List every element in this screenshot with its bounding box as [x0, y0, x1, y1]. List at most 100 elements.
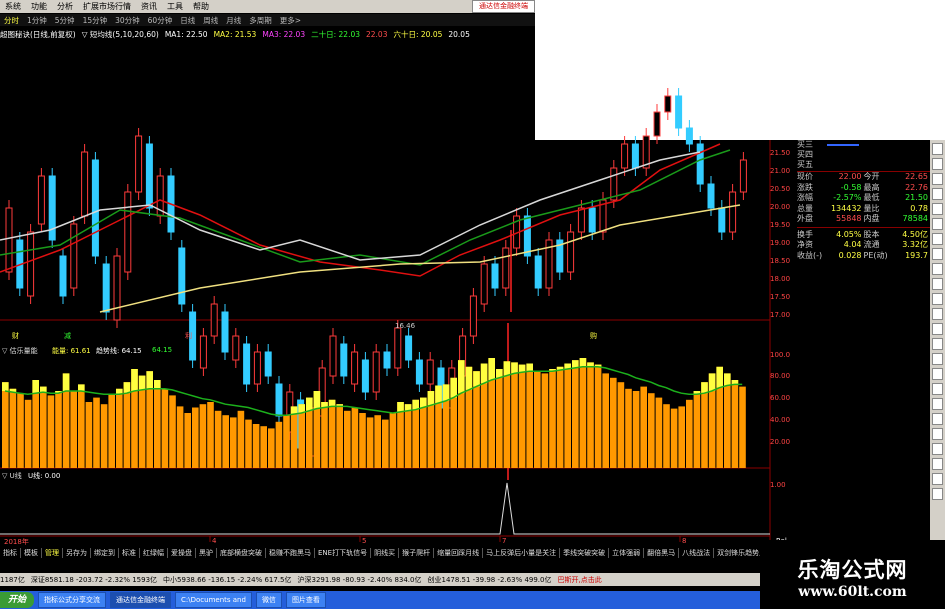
energy-bar [686, 399, 693, 468]
taskbar-item[interactable]: C:\Documents and [175, 592, 252, 608]
tool-icon[interactable] [932, 293, 943, 305]
indicator-tab[interactable]: 爱操盘 [168, 547, 196, 558]
indicator-tab[interactable]: ENE打下轨信号 [315, 547, 372, 558]
tool-icon[interactable] [932, 323, 943, 335]
ticker-item[interactable]: 中小5938.66 -136.15 -2.24% 617.5亿 [163, 575, 291, 585]
menu-system[interactable]: 系统 [0, 1, 26, 12]
candle-body [588, 207, 596, 233]
taskbar-item[interactable]: 图片查看 [285, 592, 326, 608]
energy-bar [9, 388, 17, 468]
menu-analysis[interactable]: 分析 [52, 1, 78, 12]
ticker-item[interactable]: 创业1478.51 -39.98 -2.63% 499.0亿 [428, 575, 552, 585]
energy-bar [47, 395, 55, 468]
indicator-tab[interactable]: 马上反弹后小量是关注 [483, 547, 561, 558]
tab-15min[interactable]: 15分钟 [79, 15, 112, 26]
indicator-tab[interactable]: 另存为 [63, 547, 91, 558]
chart-area[interactable] [0, 40, 800, 545]
ad-banner[interactable]: 通达信金融终端 [472, 0, 535, 13]
indicator2-label[interactable]: ▽ U线 [2, 471, 22, 481]
energy-bar [108, 394, 115, 468]
menu-tools[interactable]: 工具 [162, 1, 188, 12]
tab-60min[interactable]: 60分钟 [144, 15, 177, 26]
watermark-url: www.60lt.com [798, 584, 907, 600]
tool-icon[interactable] [932, 488, 943, 500]
indicator-tab[interactable]: 稳赚不跑黑马 [266, 547, 315, 558]
menu-ext-market[interactable]: 扩展市场行情 [78, 1, 136, 12]
indicator-tab[interactable]: 红绿幅 [140, 547, 168, 558]
signal-mark-1: 财 [12, 332, 19, 340]
tab-monthly[interactable]: 月线 [222, 15, 245, 26]
energy-bar-top [572, 360, 579, 368]
taskbar-item[interactable]: 指标公式分享交流 [38, 592, 107, 608]
tool-icon[interactable] [932, 428, 943, 440]
indicator-tab[interactable]: 标准 [119, 547, 140, 558]
ticker-item[interactable]: 沪深3291.98 -80.93 -2.40% 834.0亿 [298, 575, 422, 585]
indicator-tab[interactable]: 模板 [21, 547, 42, 558]
energy-bar-top [313, 391, 321, 409]
start-button[interactable]: 开始 [0, 592, 35, 608]
tool-icon[interactable] [932, 458, 943, 470]
tool-icon[interactable] [932, 188, 943, 200]
taskbar-item[interactable]: 通达信金融终端 [110, 592, 172, 608]
tool-icon[interactable] [932, 203, 943, 215]
menu-function[interactable]: 功能 [26, 1, 52, 12]
tool-icon[interactable] [932, 308, 943, 320]
tab-more[interactable]: 更多> [276, 15, 305, 26]
indicator-tab[interactable]: 季线突破突破 [560, 547, 610, 558]
price-tick: 17.00 [770, 311, 791, 319]
indicator1-label[interactable]: ▽ 估乐量能 [2, 346, 38, 356]
tool-icon[interactable] [932, 353, 943, 365]
side-toolbar [930, 140, 945, 580]
indicator-tab[interactable]: 猴子爬杆 [399, 547, 435, 558]
indicator-tab[interactable]: 八线战法 [679, 547, 715, 558]
tab-30min[interactable]: 30分钟 [111, 15, 144, 26]
energy-bar [518, 364, 526, 468]
candle-body [178, 247, 186, 305]
energy-bar [55, 391, 62, 468]
tool-icon[interactable] [932, 218, 943, 230]
tool-icon[interactable] [932, 473, 943, 485]
candle-body [480, 263, 488, 305]
indicator-tab[interactable]: 阴线买 [371, 547, 400, 558]
tool-icon[interactable] [932, 398, 943, 410]
tab-daily[interactable]: 日线 [176, 15, 199, 26]
ticker-item[interactable]: 巴斯开,点击此 [558, 575, 602, 585]
tool-icon[interactable] [932, 233, 943, 245]
energy-bar-top [306, 397, 313, 411]
tab-intraday[interactable]: 分时 [0, 15, 23, 26]
indicator-tab[interactable]: 黑驴 [196, 547, 217, 558]
indicator-tab[interactable]: 底部横盘突破 [217, 547, 266, 558]
tool-icon[interactable] [932, 143, 943, 155]
tool-icon[interactable] [932, 158, 943, 170]
candle-body [59, 255, 67, 297]
indicator-tab[interactable]: 绑定到 [91, 547, 119, 558]
menu-help[interactable]: 帮助 [188, 1, 214, 12]
ma-label[interactable]: ▽ 短均线(5,10,20,60) [82, 29, 159, 40]
taskbar-item[interactable]: 微信 [255, 592, 282, 608]
energy-bar-top [579, 358, 587, 367]
indicator-tab[interactable]: 立体强弱 [609, 547, 645, 558]
ticker-item[interactable]: 深证8581.18 -203.72 -2.32% 1593亿 [31, 575, 157, 585]
indicator-tab[interactable]: 翻倍黑马 [644, 547, 680, 558]
tab-5min[interactable]: 5分钟 [51, 15, 79, 26]
ma-yellow-line [99, 204, 741, 313]
tool-icon[interactable] [932, 368, 943, 380]
tool-icon[interactable] [932, 443, 943, 455]
indicator-tab[interactable]: 缩量回踩月线 [434, 547, 484, 558]
tool-icon[interactable] [932, 278, 943, 290]
tool-icon[interactable] [932, 413, 943, 425]
tool-icon[interactable] [932, 173, 943, 185]
indicator-tab[interactable]: 管理 [42, 547, 63, 558]
tool-icon[interactable] [932, 263, 943, 275]
tab-multi[interactable]: 多周期 [245, 15, 276, 26]
tab-weekly[interactable]: 周线 [199, 15, 222, 26]
energy-bar-top [397, 402, 404, 412]
tab-1min[interactable]: 1分钟 [23, 15, 51, 26]
menu-info[interactable]: 资讯 [136, 1, 162, 12]
indicator-tab[interactable]: 指标 [0, 547, 21, 558]
tool-icon[interactable] [932, 248, 943, 260]
energy-bar-top [40, 386, 47, 393]
tool-icon[interactable] [932, 383, 943, 395]
energy-bar [237, 410, 245, 468]
tool-icon[interactable] [932, 338, 943, 350]
